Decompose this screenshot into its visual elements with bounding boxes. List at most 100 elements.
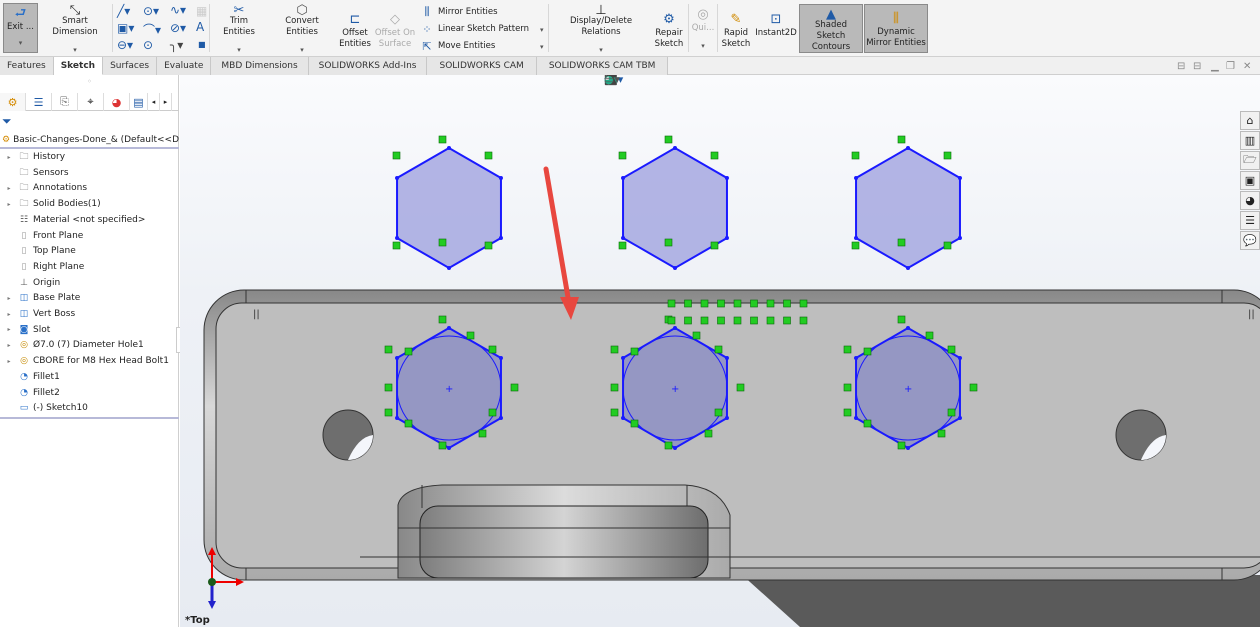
sketch-point[interactable] [447,326,451,330]
relation-icon[interactable] [717,316,725,325]
display-manager-tab-icon[interactable]: ◕ [104,93,130,111]
file-explorer-icon[interactable]: 🗁 [1240,151,1260,170]
sketch-point[interactable] [957,176,962,180]
ellipse-icon[interactable]: ⊘▾ [170,21,186,35]
relation-icon[interactable] [925,331,934,340]
relation-icon[interactable] [510,383,519,392]
tab-solidworks-cam-tbm[interactable]: SOLIDWORKS CAM TBM [536,57,669,75]
restore-icon[interactable]: ❐ [1226,61,1235,72]
move-entities-button[interactable]: ⇱ Move Entities [420,38,495,54]
offset-entities-button[interactable]: ⊏ Offset Entities [338,10,372,52]
relation-icon[interactable] [736,383,745,392]
quick-snaps-button[interactable]: ◎ Qui... ▾ [692,5,715,53]
relation-icon[interactable] [733,299,742,308]
sketch-point[interactable] [673,266,677,270]
relation-icon[interactable] [710,241,719,250]
tree-item[interactable]: ▸ 🗀 Annotations [0,180,179,196]
fillet-icon[interactable]: ╮▾ [170,38,183,52]
circle-icon[interactable]: ⊙▾ [143,4,159,18]
sketch-point[interactable] [673,326,677,330]
shaded-sketch-contours-button[interactable]: ▲ Shaded Sketch Contours [799,4,863,53]
minimize-icon[interactable]: ▁ [1211,61,1219,72]
relation-icon[interactable] [664,441,673,450]
tree-item[interactable]: ▸ 🗀 History [0,149,179,165]
expand-arrow-icon[interactable]: ▸ [4,154,14,161]
feature-manager-tab-icon[interactable]: ⚙ [0,93,26,111]
rectangle-icon[interactable]: ▣▾ [117,21,134,35]
tree-item[interactable]: ▸ ◎ CBORE for M8 Hex Head Bolt1 [0,353,179,369]
sketch-point[interactable] [395,356,400,360]
relation-icon[interactable] [466,331,475,340]
relation-icon[interactable] [488,408,497,417]
relation-icon[interactable] [610,408,619,417]
line-icon[interactable]: ╱▾ [117,4,130,18]
sketch-point[interactable] [724,416,729,420]
sketch-polygon-top[interactable] [396,146,502,270]
sketch-point[interactable] [498,236,503,240]
expand-arrow-icon[interactable]: ▸ [4,185,14,192]
relation-icon[interactable] [700,316,709,325]
relation-icon[interactable] [618,151,627,160]
tree-item[interactable]: ▯ Front Plane [0,228,179,244]
relation-icon[interactable] [714,408,723,417]
relation-icon[interactable] [733,316,742,325]
relation-icon[interactable] [692,331,701,340]
repair-sketch-button[interactable]: ⚙ Repair Sketch [652,10,686,52]
relation-icon[interactable] [438,315,447,324]
scroll-left-icon[interactable]: ◂ [148,93,160,111]
relation-icon[interactable] [897,441,906,450]
view-palette-icon[interactable]: ▣ [1240,171,1260,190]
mirror-entities-button[interactable]: ⫼ Mirror Entities [420,4,497,20]
relation-icon[interactable] [714,345,723,354]
relation-icon[interactable] [630,347,639,356]
close-icon[interactable]: ✕ [1243,61,1251,72]
dimxpert-tab-icon[interactable]: ⌖ [78,93,104,111]
relation-icon[interactable] [404,347,413,356]
expand-arrow-icon[interactable]: ▸ [4,358,14,365]
sketch-point[interactable] [395,176,400,180]
chevron-down-icon[interactable]: ▾ [540,26,544,34]
relation-icon[interactable] [438,238,447,247]
relation-icon[interactable] [750,299,758,308]
sketch-point[interactable] [854,236,859,240]
sketch-point[interactable] [498,176,503,180]
relation-icon[interactable] [783,299,791,308]
tree-item[interactable]: ☷ Material <not specified> [0,212,179,228]
sketch-point[interactable] [906,266,910,270]
display-delete-relations-button[interactable]: ⊥ Display/Delete Relations ▾ [552,4,650,54]
relation-icon[interactable] [484,241,493,250]
tree-root[interactable]: ⚙ Basic-Changes-Done_& (Default<<D [0,133,179,149]
sketch-point[interactable] [621,236,626,240]
sketch-point[interactable] [854,416,859,420]
tree-item[interactable]: ▸ ◫ Base Plate [0,290,179,306]
relation-icon[interactable] [851,151,860,160]
text-icon[interactable]: A [196,20,204,34]
relation-icon[interactable] [484,151,493,160]
tab-surfaces[interactable]: Surfaces [103,57,158,75]
relation-icon[interactable] [700,299,709,308]
point-icon[interactable]: ■ [198,40,206,49]
trim-entities-button[interactable]: ✂ Trim Entities ▾ [213,4,265,54]
design-library-icon[interactable]: ▥ [1240,131,1260,150]
sketch-point[interactable] [854,176,859,180]
sketch-point[interactable] [957,236,962,240]
tree-item[interactable]: 🗀 Sensors [0,165,179,181]
tree-item[interactable]: ▸ 🗀 Solid Bodies(1) [0,196,179,212]
relation-icon[interactable] [863,419,872,428]
relation-icon[interactable] [943,241,952,250]
spline-icon[interactable]: ∿▾ [170,3,186,17]
expand-arrow-icon[interactable]: ▸ [4,326,14,333]
relation-icon[interactable] [969,383,978,392]
tree-item[interactable]: ▯ Right Plane [0,259,179,275]
sketch-point[interactable] [673,146,677,150]
tab-features[interactable]: Features [0,57,54,75]
tab-solidworks-add-ins[interactable]: SOLIDWORKS Add-Ins [308,57,428,75]
appearances-icon[interactable]: ◕ [1240,191,1260,210]
relation-icon[interactable] [630,419,639,428]
relation-icon[interactable] [783,316,791,325]
smart-dimension-button[interactable]: ⤡ Smart Dimension ▾ [40,4,110,54]
linear-sketch-pattern-button[interactable]: ⁘ Linear Sketch Pattern [420,21,529,37]
relation-icon[interactable] [897,315,906,324]
relation-icon[interactable] [438,135,447,144]
relation-icon[interactable] [897,238,906,247]
